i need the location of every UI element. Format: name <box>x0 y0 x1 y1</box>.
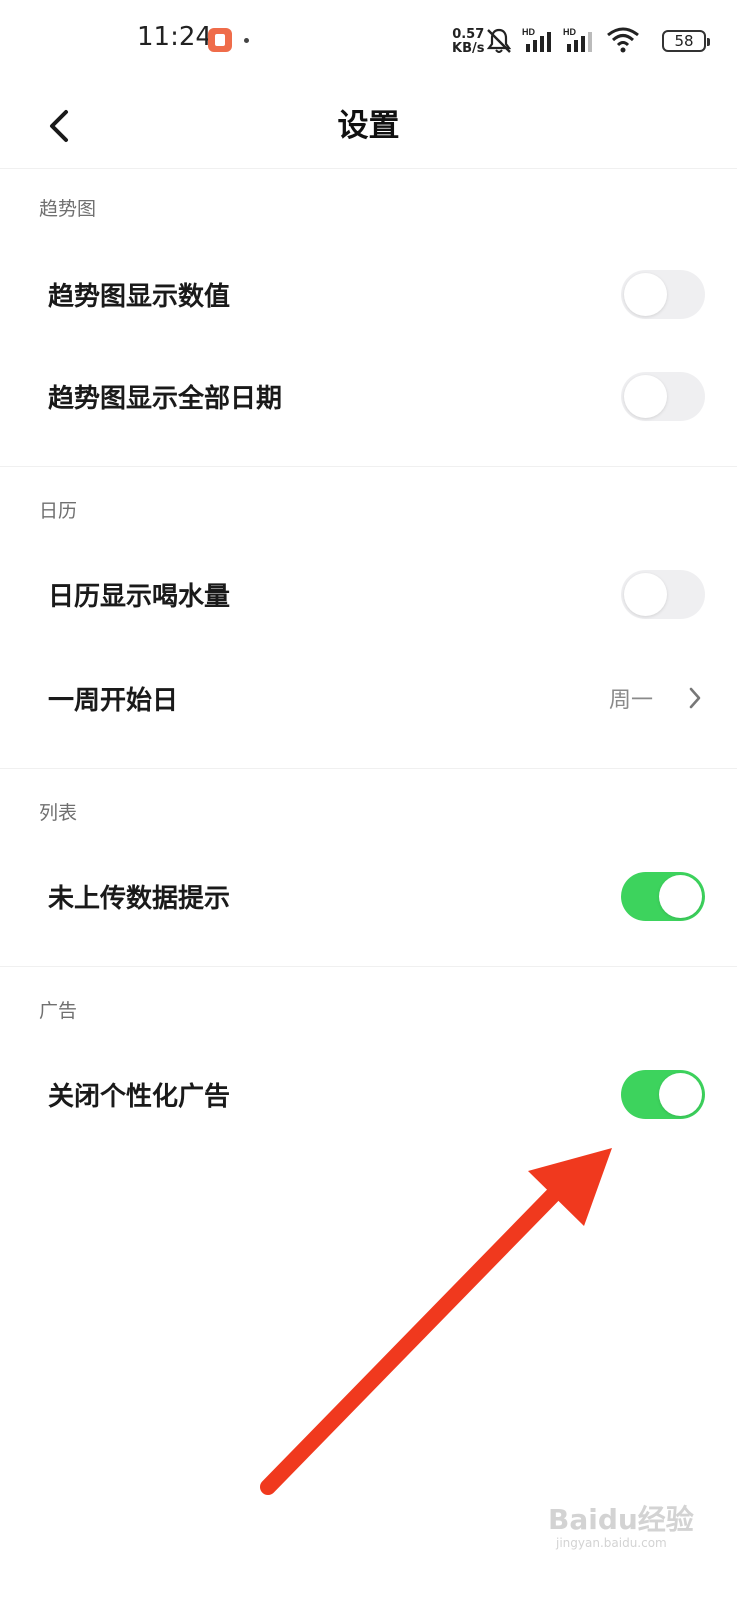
toggle-knob <box>624 273 667 316</box>
row-trend-show-all-dates: 趋势图显示全部日期 <box>0 344 737 448</box>
divider <box>0 466 737 467</box>
nav-bar: 设置 <box>0 80 737 169</box>
row-unuploaded-data-tip: 未上传数据提示 <box>0 844 737 948</box>
row-label: 趋势图显示数值 <box>48 282 231 312</box>
row-disable-personalized-ads: 关闭个性化广告 <box>0 1042 737 1146</box>
toggle-trend-show-values[interactable] <box>621 270 705 319</box>
network-speed-unit: KB/s <box>452 41 485 56</box>
network-speed: 0.57 KB/s <box>452 28 484 56</box>
signal-hd-icon: HD <box>522 27 551 52</box>
toggle-knob <box>659 1073 702 1116</box>
section-header-ads: 广告 <box>39 1000 78 1022</box>
toggle-calendar-show-water[interactable] <box>621 570 705 619</box>
toggle-trend-show-all-dates[interactable] <box>621 372 705 421</box>
row-label: 关闭个性化广告 <box>48 1082 231 1112</box>
toggle-knob <box>624 573 667 616</box>
app-notification-icon <box>208 28 232 52</box>
toggle-knob <box>624 375 667 418</box>
toggle-unuploaded-data-tip[interactable] <box>621 872 705 921</box>
status-bar: 11:24 0.57 KB/s HD HD 58 <box>0 0 737 80</box>
week-start-value: 周一 <box>608 688 653 713</box>
row-label: 趋势图显示全部日期 <box>48 384 283 414</box>
status-time: 11:24 <box>137 22 212 52</box>
row-label: 日历显示喝水量 <box>48 582 231 612</box>
wifi-icon <box>607 27 639 53</box>
section-header-calendar: 日历 <box>39 500 78 522</box>
row-label: 未上传数据提示 <box>48 884 231 914</box>
row-calendar-show-water: 日历显示喝水量 <box>0 542 737 646</box>
watermark-url: jingyan.baidu.com <box>556 1536 667 1550</box>
mute-icon <box>486 28 512 53</box>
row-label: 一周开始日 <box>48 686 179 716</box>
toggle-knob <box>659 875 702 918</box>
row-week-start-day[interactable]: 一周开始日 周一 <box>0 646 737 750</box>
watermark-logo: Baidu经验 <box>548 1503 694 1536</box>
divider <box>0 966 737 967</box>
section-header-trend: 趋势图 <box>39 198 97 220</box>
chevron-right-icon <box>689 687 701 709</box>
notification-dot-icon <box>244 38 249 43</box>
section-header-list: 列表 <box>39 802 78 824</box>
battery-icon: 58 <box>662 30 710 52</box>
svg-text:HD: HD <box>522 27 535 37</box>
page-title: 设置 <box>337 108 400 144</box>
network-speed-value: 0.57 <box>452 27 485 42</box>
row-trend-show-values: 趋势图显示数值 <box>0 242 737 346</box>
divider <box>0 768 737 769</box>
svg-text:HD: HD <box>563 27 576 37</box>
toggle-disable-personalized-ads[interactable] <box>621 1070 705 1119</box>
signal-hd-icon: HD <box>563 27 592 52</box>
annotation-arrow-icon <box>260 1148 612 1495</box>
